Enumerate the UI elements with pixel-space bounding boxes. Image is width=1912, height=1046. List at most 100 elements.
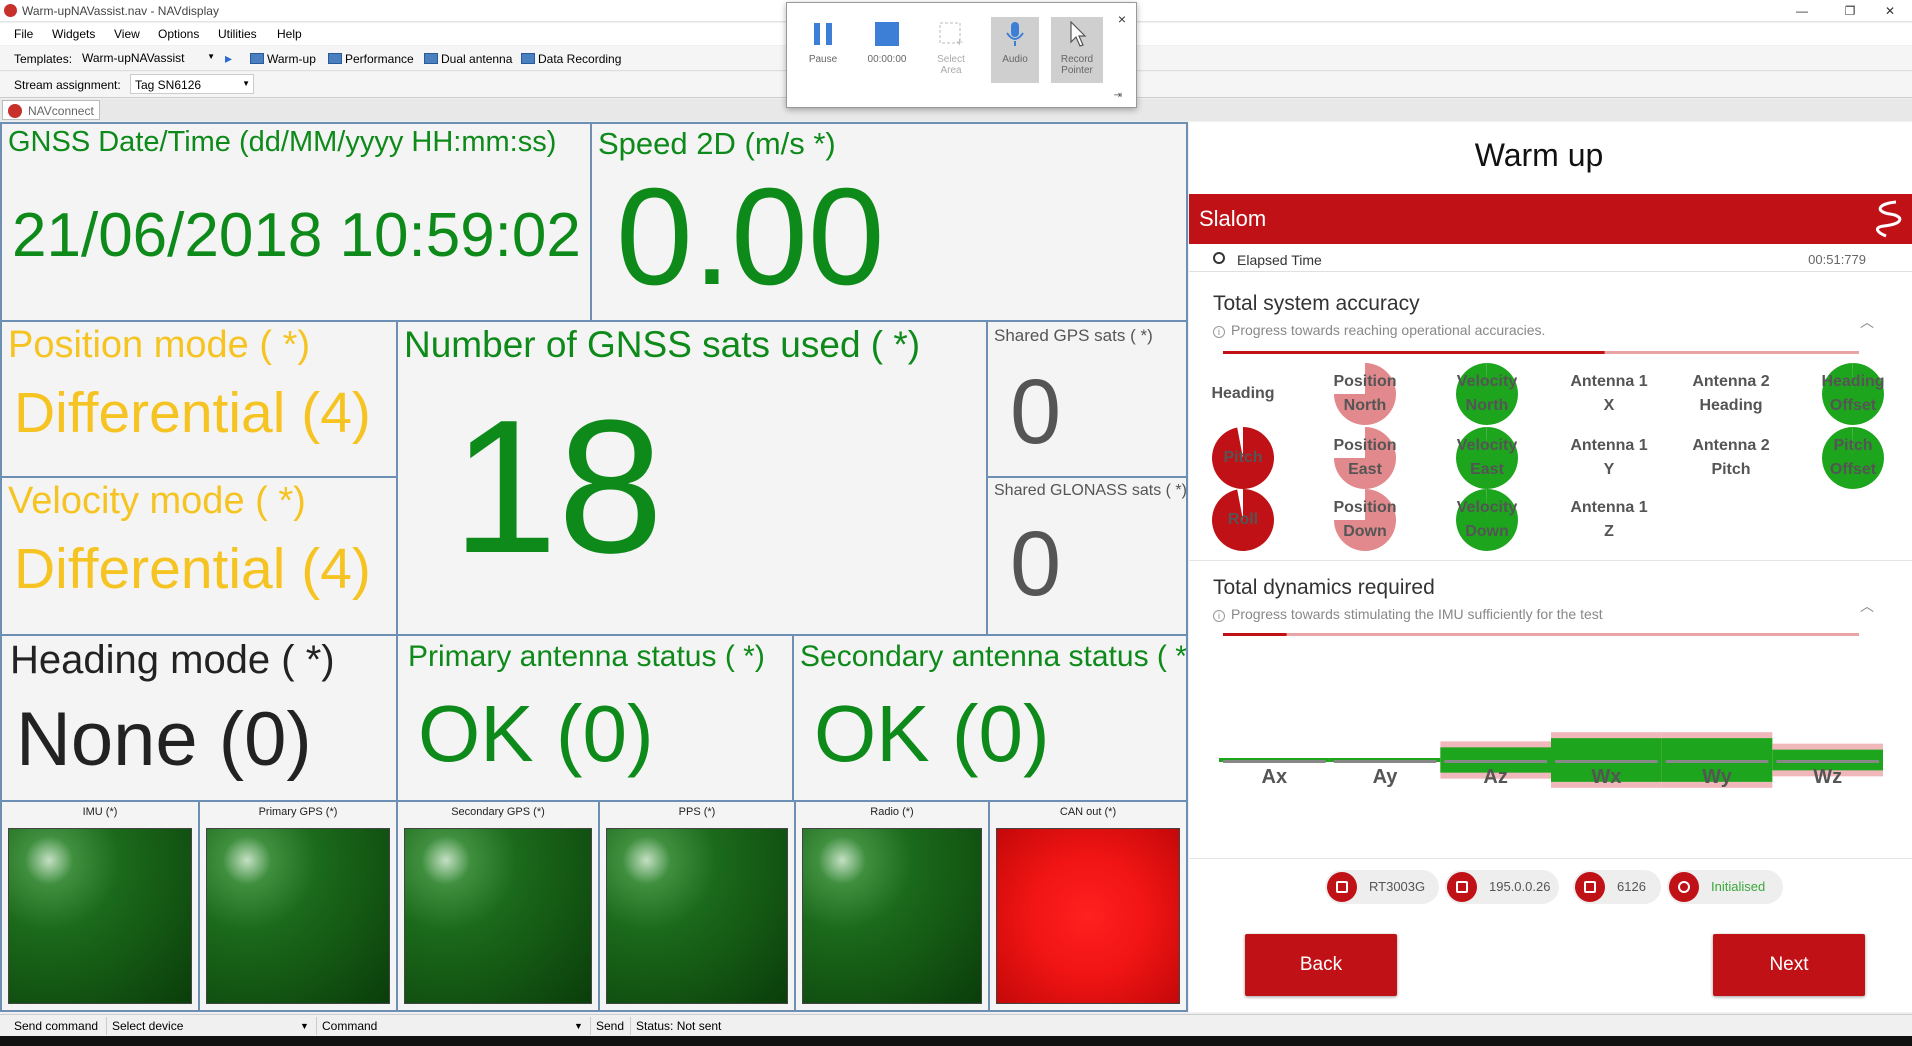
- dynamics-level-line: [1665, 760, 1769, 763]
- label-line: Heading: [1821, 373, 1885, 390]
- menu-view[interactable]: View: [114, 27, 140, 41]
- warmup-button[interactable]: Warm-up: [250, 52, 316, 66]
- imu-indicator: IMU (*): [0, 800, 200, 1012]
- chevron-down-icon: ▼: [242, 79, 250, 88]
- label-line: Y: [1603, 461, 1615, 478]
- accuracy-item: Position East: [1333, 426, 1397, 490]
- dynamics-axis-label: Ay: [1372, 766, 1398, 788]
- label-line: Antenna 1: [1570, 437, 1648, 454]
- dual-antenna-button[interactable]: Dual antenna: [424, 52, 512, 66]
- gnss-sats-used-panel: Number of GNSS sats used ( *) 18: [396, 320, 988, 636]
- shared-gps-sats-panel: Shared GPS sats ( *) 0: [986, 320, 1188, 478]
- primary-gps-indicator: Primary GPS (*): [198, 800, 398, 1012]
- accuracy-item: Position Down: [1333, 488, 1397, 552]
- next-button[interactable]: Next: [1713, 934, 1865, 996]
- menu-help[interactable]: Help: [277, 27, 302, 41]
- serial-icon: [1575, 872, 1605, 902]
- separator: [316, 1017, 317, 1035]
- accuracy-item: Velocity East: [1455, 426, 1519, 490]
- select-device-dropdown[interactable]: Select device: [112, 1019, 183, 1033]
- label-line: X: [1603, 397, 1615, 414]
- stream-assignment-select[interactable]: Tag SN6126 ▼: [130, 74, 254, 94]
- data-recording-button[interactable]: Data Recording: [521, 52, 621, 66]
- dynamics-progress-bar: [1223, 633, 1859, 636]
- label-line: Velocity: [1456, 373, 1518, 390]
- dynamics-axis-label: Wz: [1813, 766, 1843, 788]
- pause-icon: [814, 23, 832, 45]
- dynamics-level-line: [1776, 760, 1879, 763]
- status-lamp: [606, 828, 788, 1004]
- accuracy-item-label: Pitch: [1191, 446, 1295, 470]
- dynamics-level-line: [1333, 760, 1437, 763]
- dynamics-level-line: [1555, 760, 1658, 763]
- label-line: East: [1470, 461, 1504, 478]
- send-button[interactable]: Send: [596, 1019, 624, 1033]
- svg-text:+: +: [956, 35, 963, 47]
- select-area-button[interactable]: + Select Area: [927, 21, 975, 76]
- accuracy-item-label: Velocity East: [1435, 434, 1539, 482]
- menu-widgets[interactable]: Widgets: [52, 27, 95, 41]
- minimize-button[interactable]: —: [1780, 0, 1824, 22]
- label-line: Offset: [1829, 397, 1877, 414]
- speed-2d-value: 0.00: [616, 160, 885, 314]
- status-lamp: [996, 828, 1180, 1004]
- back-button[interactable]: Back: [1245, 934, 1397, 996]
- stop-icon: [875, 22, 899, 46]
- menu-utilities[interactable]: Utilities: [218, 27, 257, 41]
- maximize-button[interactable]: ❐: [1828, 0, 1872, 22]
- position-mode-panel: Position mode ( *) Differential (4): [0, 320, 398, 478]
- stop-button[interactable]: 00:00:00: [863, 21, 911, 65]
- gnss-datetime-value: 21/06/2018 10:59:02: [12, 201, 581, 270]
- menu-file[interactable]: File: [14, 27, 33, 41]
- secondary-antenna-label: Secondary antenna status ( *): [800, 640, 1188, 673]
- status-lamp: [8, 828, 192, 1004]
- accuracy-title: Total system accuracy: [1213, 292, 1420, 315]
- send-status: Status: Not sent: [636, 1019, 722, 1033]
- accuracy-item-label: Heading: [1191, 382, 1295, 406]
- record-pointer-button[interactable]: Record Pointer: [1051, 17, 1103, 83]
- stream-assignment-label: Stream assignment:: [14, 78, 121, 92]
- recorder-close-icon[interactable]: ×: [1118, 11, 1126, 27]
- accuracy-collapse-icon[interactable]: ︿: [1860, 312, 1874, 332]
- chevron-down-icon[interactable]: ▼: [574, 1021, 583, 1031]
- accuracy-item: Pitch Offset: [1821, 426, 1885, 490]
- label-line: Velocity: [1456, 437, 1518, 454]
- play-icon[interactable]: ▸: [225, 50, 232, 67]
- tab-navconnect[interactable]: NAVconnect: [2, 100, 100, 120]
- device-info: RT3003G: [1325, 870, 1439, 904]
- label-line: Roll: [1227, 511, 1259, 528]
- send-command-label: Send command: [14, 1019, 99, 1033]
- info-icon: i: [1213, 610, 1225, 622]
- dynamics-subtitle: i Progress towards stimulating the IMU su…: [1213, 606, 1603, 622]
- window-title: Warm-upNAVassist.nav - NAVdisplay: [22, 4, 219, 18]
- close-button[interactable]: ✕: [1868, 0, 1912, 22]
- indicator-label: CAN out (*): [1059, 806, 1117, 818]
- menu-options[interactable]: Options: [158, 27, 199, 41]
- label-line: North: [1343, 397, 1387, 414]
- template-icon: [424, 53, 438, 64]
- dynamics-axis-label: Wx: [1591, 766, 1622, 788]
- dynamics-axis-label: Az: [1483, 766, 1508, 788]
- dashboard-panel: GNSS Date/Time (dd/MM/yyyy HH:mm:ss) 21/…: [0, 122, 1188, 1012]
- dynamics-collapse-icon[interactable]: ︿: [1860, 596, 1874, 616]
- performance-button[interactable]: Performance: [328, 52, 414, 66]
- audio-button[interactable]: Audio: [991, 17, 1039, 83]
- command-input[interactable]: Command: [322, 1019, 377, 1033]
- slalom-icon: [1876, 200, 1902, 238]
- pin-icon[interactable]: ⇥: [1114, 90, 1122, 101]
- gnss-sats-used-value: 18: [452, 381, 664, 593]
- status-lamp: [802, 828, 982, 1004]
- primary-antenna-label: Primary antenna status ( *): [408, 640, 765, 673]
- chevron-down-icon[interactable]: ▼: [300, 1021, 309, 1031]
- gnss-datetime-panel: GNSS Date/Time (dd/MM/yyyy HH:mm:ss) 21/…: [0, 122, 592, 322]
- accuracy-item-label: Antenna 2 Heading: [1679, 370, 1783, 418]
- status-bar: Send command Select device ▼ Command ▼ S…: [0, 1014, 1912, 1036]
- separator: [630, 1017, 631, 1035]
- label-line: Heading: [1699, 397, 1763, 414]
- pause-button[interactable]: Pause: [799, 21, 847, 65]
- accuracy-item-label: Position Down: [1313, 496, 1417, 544]
- templates-select[interactable]: Warm-upNAVassist ▼: [78, 48, 218, 68]
- accuracy-item: Antenna 1 Z: [1570, 488, 1647, 552]
- secondary-antenna-value: OK (0): [814, 689, 1050, 778]
- status-info: Initialised: [1667, 870, 1783, 904]
